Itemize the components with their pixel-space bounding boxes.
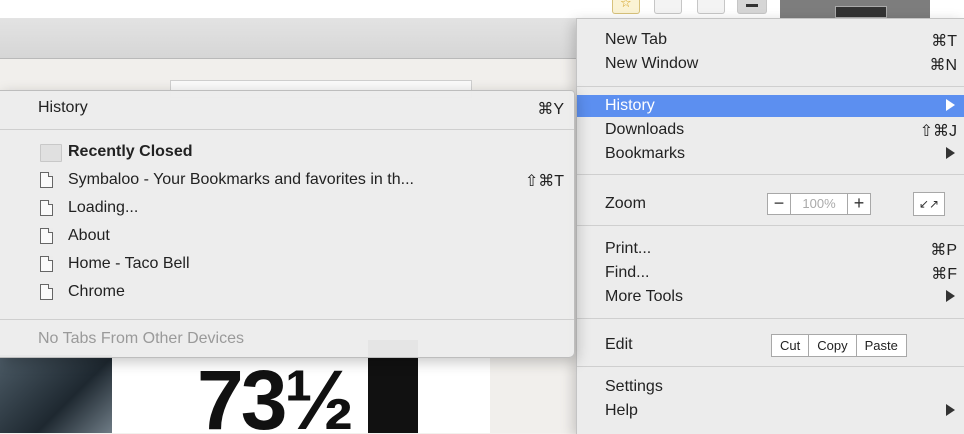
- menu-item-shortcut: ⌘T: [931, 33, 957, 50]
- menu-item-label: New Window: [605, 55, 699, 72]
- menu-separator: [577, 225, 964, 226]
- menu-item-edit: Edit Cut Copy Paste: [577, 334, 964, 357]
- profile-avatar[interactable]: [780, 0, 930, 18]
- submenu-arrow-icon: [946, 147, 955, 159]
- ad-text: 73½: [197, 353, 354, 433]
- menu-item-print[interactable]: Print... ⌘P: [577, 238, 964, 260]
- menu-separator: [0, 129, 574, 130]
- history-item-label: Home - Taco Bell: [68, 255, 190, 272]
- menu-item-label: Find...: [605, 264, 650, 281]
- chrome-menu-button-icon[interactable]: [737, 0, 767, 14]
- zoom-controls: − 100% +: [767, 193, 871, 215]
- menu-item-label: Edit: [605, 336, 633, 353]
- copy-button[interactable]: Copy: [808, 335, 855, 356]
- menu-separator: [0, 319, 574, 320]
- menu-separator: [577, 318, 964, 319]
- cut-button[interactable]: Cut: [772, 335, 808, 356]
- menu-item-label: Print...: [605, 240, 652, 257]
- history-item[interactable]: Loading...: [38, 197, 568, 219]
- recently-closed-header: Recently Closed: [38, 141, 568, 163]
- page-icon: [40, 228, 53, 244]
- menu-item-label: Zoom: [605, 195, 646, 212]
- history-item[interactable]: Home - Taco Bell: [38, 253, 568, 275]
- page-icon: [40, 256, 53, 272]
- menu-item-label: More Tools: [605, 288, 683, 305]
- history-title[interactable]: History: [38, 99, 88, 117]
- history-item[interactable]: Symbaloo - Your Bookmarks and favorites …: [38, 169, 568, 191]
- folder-icon: [40, 144, 62, 162]
- history-item-label: Symbaloo - Your Bookmarks and favorites …: [68, 171, 414, 188]
- no-other-devices-label: No Tabs From Other Devices: [38, 330, 244, 347]
- menu-item-new-tab[interactable]: New Tab ⌘T: [577, 29, 964, 51]
- menu-item-label: New Tab: [605, 31, 667, 48]
- menu-item-label: Settings: [605, 378, 663, 395]
- submenu-arrow-icon: [946, 290, 955, 302]
- extension-icon[interactable]: [654, 0, 682, 14]
- history-item-label: Loading...: [68, 199, 139, 216]
- history-item-label: Chrome: [68, 283, 125, 300]
- menu-item-zoom: Zoom − 100% + ↙↗: [577, 192, 964, 216]
- submenu-arrow-icon: [946, 404, 955, 416]
- history-item[interactable]: About: [38, 225, 568, 247]
- history-item-shortcut: ⇧⌘T: [524, 173, 564, 190]
- menu-separator: [577, 366, 964, 367]
- submenu-arrow-icon: [946, 99, 955, 111]
- page-icon: [40, 284, 53, 300]
- menu-item-history[interactable]: History: [577, 95, 964, 117]
- menu-item-downloads[interactable]: Downloads ⇧⌘J: [577, 119, 964, 141]
- zoom-level: 100%: [790, 194, 848, 214]
- menu-item-label: Bookmarks: [605, 145, 686, 162]
- menu-item-more-tools[interactable]: More Tools: [577, 286, 964, 308]
- menu-item-shortcut: ⇧⌘J: [919, 123, 957, 140]
- menu-item-shortcut: ⌘N: [929, 57, 957, 74]
- history-item-label: About: [68, 227, 110, 244]
- history-submenu: History ⌘Y Recently Closed Symbaloo - Yo…: [0, 90, 575, 358]
- menu-item-label: History: [605, 97, 655, 114]
- menu-item-shortcut: ⌘F: [931, 266, 957, 283]
- page-photo: [0, 355, 112, 433]
- history-shortcut: ⌘Y: [537, 101, 564, 118]
- menu-item-label: Help: [605, 402, 638, 419]
- chrome-main-menu: New Tab ⌘T New Window ⌘N History Downloa…: [576, 18, 964, 434]
- menu-item-bookmarks[interactable]: Bookmarks: [577, 143, 964, 165]
- edit-controls: Cut Copy Paste: [771, 334, 907, 357]
- menu-item-new-window[interactable]: New Window ⌘N: [577, 53, 964, 75]
- page-icon: [40, 172, 53, 188]
- menu-item-help[interactable]: Help: [577, 400, 964, 422]
- extension-icon[interactable]: [697, 0, 725, 14]
- menu-item-find[interactable]: Find... ⌘F: [577, 262, 964, 284]
- fullscreen-icon: ↙↗: [918, 197, 940, 211]
- fullscreen-button[interactable]: ↙↗: [913, 192, 945, 216]
- menu-separator: [577, 174, 964, 175]
- menu-separator: [577, 86, 964, 87]
- history-item[interactable]: Chrome: [38, 281, 568, 303]
- zoom-in-button[interactable]: +: [848, 194, 870, 214]
- menu-item-label: Downloads: [605, 121, 685, 138]
- bookmark-star-icon[interactable]: [612, 0, 640, 14]
- zoom-out-button[interactable]: −: [768, 194, 790, 214]
- menu-item-settings[interactable]: Settings: [577, 376, 964, 398]
- paste-button[interactable]: Paste: [855, 335, 906, 356]
- section-header-label: Recently Closed: [68, 143, 193, 160]
- page-icon: [40, 200, 53, 216]
- menu-item-shortcut: ⌘P: [930, 242, 957, 259]
